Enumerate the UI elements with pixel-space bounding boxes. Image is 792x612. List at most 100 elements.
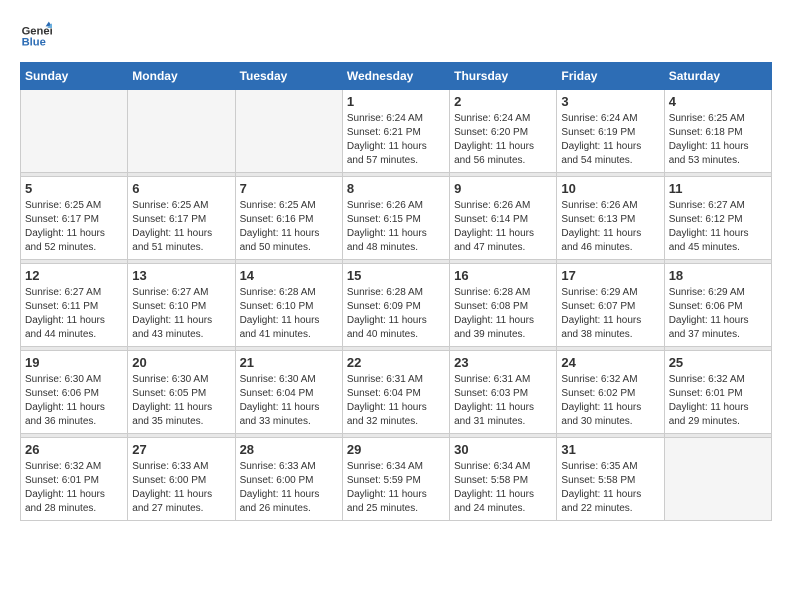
calendar-header-friday: Friday xyxy=(557,63,664,90)
day-number: 29 xyxy=(347,442,445,457)
calendar-day-cell: 12 Sunrise: 6:27 AMSunset: 6:11 PMDayligh… xyxy=(21,264,128,347)
calendar-day-cell xyxy=(664,438,771,521)
day-info: Sunrise: 6:29 AMSunset: 6:07 PMDaylight:… xyxy=(561,286,659,342)
calendar-week-row: 1 Sunrise: 6:24 AMSunset: 6:21 PMDaylight… xyxy=(21,90,772,173)
day-info: Sunrise: 6:32 AMSunset: 6:02 PMDaylight:… xyxy=(561,373,659,429)
day-info: Sunrise: 6:30 AMSunset: 6:04 PMDaylight:… xyxy=(240,373,338,429)
calendar-day-cell: 20Sunrise: 6:30 AMSunset: 6:05 PMDayligh… xyxy=(128,351,235,434)
calendar-day-cell xyxy=(21,90,128,173)
calendar-day-cell: 3 Sunrise: 6:24 AMSunset: 6:19 PMDaylight… xyxy=(557,90,664,173)
day-number: 13 xyxy=(132,268,230,283)
day-number: 26 xyxy=(25,442,123,457)
header: General Blue xyxy=(20,20,772,52)
day-number: 22 xyxy=(347,355,445,370)
day-info: Sunrise: 6:35 AMSunset: 5:58 PMDaylight:… xyxy=(561,460,659,516)
day-number: 27 xyxy=(132,442,230,457)
calendar-day-cell: 29 Sunrise: 6:34 AMSunset: 5:59 PMDayligh… xyxy=(342,438,449,521)
calendar-day-cell: 21 Sunrise: 6:30 AMSunset: 6:04 PMDayligh… xyxy=(235,351,342,434)
day-info: Sunrise: 6:28 AMSunset: 6:08 PMDaylight:… xyxy=(454,286,552,342)
calendar-week-row: 26 Sunrise: 6:32 AMSunset: 6:01 PMDayligh… xyxy=(21,438,772,521)
day-number: 21 xyxy=(240,355,338,370)
calendar-week-row: 19 Sunrise: 6:30 AMSunset: 6:06 PMDayligh… xyxy=(21,351,772,434)
day-number: 24 xyxy=(561,355,659,370)
calendar-header-row: SundayMondayTuesdayWednesdayThursdayFrid… xyxy=(21,63,772,90)
day-info: Sunrise: 6:25 AMSunset: 6:17 PMDaylight:… xyxy=(25,199,123,255)
calendar-day-cell: 15 Sunrise: 6:28 AMSunset: 6:09 PMDayligh… xyxy=(342,264,449,347)
day-number: 6 xyxy=(132,181,230,196)
calendar-day-cell: 7 Sunrise: 6:25 AMSunset: 6:16 PMDaylight… xyxy=(235,177,342,260)
day-info: Sunrise: 6:29 AMSunset: 6:06 PMDaylight:… xyxy=(669,286,767,342)
day-number: 18 xyxy=(669,268,767,283)
calendar-day-cell: 31 Sunrise: 6:35 AMSunset: 5:58 PMDayligh… xyxy=(557,438,664,521)
calendar-day-cell xyxy=(128,90,235,173)
day-info: Sunrise: 6:25 AMSunset: 6:17 PMDaylight:… xyxy=(132,199,230,255)
logo-icon: General Blue xyxy=(20,20,52,52)
day-info: Sunrise: 6:26 AMSunset: 6:13 PMDaylight:… xyxy=(561,199,659,255)
day-info: Sunrise: 6:25 AMSunset: 6:16 PMDaylight:… xyxy=(240,199,338,255)
day-info: Sunrise: 6:28 AMSunset: 6:09 PMDaylight:… xyxy=(347,286,445,342)
day-number: 19 xyxy=(25,355,123,370)
day-number: 17 xyxy=(561,268,659,283)
day-number: 4 xyxy=(669,94,767,109)
calendar-day-cell: 13 Sunrise: 6:27 AMSunset: 6:10 PMDayligh… xyxy=(128,264,235,347)
calendar-day-cell: 11Sunrise: 6:27 AMSunset: 6:12 PMDayligh… xyxy=(664,177,771,260)
day-info: Sunrise: 6:32 AMSunset: 6:01 PMDaylight:… xyxy=(25,460,123,516)
calendar-day-cell xyxy=(235,90,342,173)
day-info: Sunrise: 6:31 AMSunset: 6:03 PMDaylight:… xyxy=(454,373,552,429)
calendar-day-cell: 30 Sunrise: 6:34 AMSunset: 5:58 PMDayligh… xyxy=(450,438,557,521)
calendar-day-cell: 1 Sunrise: 6:24 AMSunset: 6:21 PMDaylight… xyxy=(342,90,449,173)
calendar-header-thursday: Thursday xyxy=(450,63,557,90)
day-info: Sunrise: 6:33 AMSunset: 6:00 PMDaylight:… xyxy=(132,460,230,516)
day-number: 14 xyxy=(240,268,338,283)
day-info: Sunrise: 6:27 AMSunset: 6:10 PMDaylight:… xyxy=(132,286,230,342)
day-number: 1 xyxy=(347,94,445,109)
calendar-day-cell: 28 Sunrise: 6:33 AMSunset: 6:00 PMDayligh… xyxy=(235,438,342,521)
day-info: Sunrise: 6:33 AMSunset: 6:00 PMDaylight:… xyxy=(240,460,338,516)
calendar-day-cell: 23 Sunrise: 6:31 AMSunset: 6:03 PMDayligh… xyxy=(450,351,557,434)
calendar-day-cell: 14 Sunrise: 6:28 AMSunset: 6:10 PMDayligh… xyxy=(235,264,342,347)
svg-text:General: General xyxy=(22,25,52,37)
calendar-week-row: 5 Sunrise: 6:25 AMSunset: 6:17 PMDaylight… xyxy=(21,177,772,260)
day-number: 9 xyxy=(454,181,552,196)
calendar-header-wednesday: Wednesday xyxy=(342,63,449,90)
day-number: 8 xyxy=(347,181,445,196)
calendar-day-cell: 19 Sunrise: 6:30 AMSunset: 6:06 PMDayligh… xyxy=(21,351,128,434)
day-number: 16 xyxy=(454,268,552,283)
calendar-header-monday: Monday xyxy=(128,63,235,90)
day-info: Sunrise: 6:26 AMSunset: 6:14 PMDaylight:… xyxy=(454,199,552,255)
day-info: Sunrise: 6:34 AMSunset: 5:59 PMDaylight:… xyxy=(347,460,445,516)
day-number: 28 xyxy=(240,442,338,457)
day-number: 31 xyxy=(561,442,659,457)
calendar-header-tuesday: Tuesday xyxy=(235,63,342,90)
day-info: Sunrise: 6:24 AMSunset: 6:21 PMDaylight:… xyxy=(347,112,445,168)
day-number: 7 xyxy=(240,181,338,196)
day-number: 12 xyxy=(25,268,123,283)
day-info: Sunrise: 6:27 AMSunset: 6:11 PMDaylight:… xyxy=(25,286,123,342)
day-info: Sunrise: 6:24 AMSunset: 6:20 PMDaylight:… xyxy=(454,112,552,168)
day-number: 23 xyxy=(454,355,552,370)
day-number: 10 xyxy=(561,181,659,196)
day-number: 15 xyxy=(347,268,445,283)
day-number: 5 xyxy=(25,181,123,196)
calendar-day-cell: 26 Sunrise: 6:32 AMSunset: 6:01 PMDayligh… xyxy=(21,438,128,521)
calendar-day-cell: 25 Sunrise: 6:32 AMSunset: 6:01 PMDayligh… xyxy=(664,351,771,434)
day-number: 11 xyxy=(669,181,767,196)
day-info: Sunrise: 6:32 AMSunset: 6:01 PMDaylight:… xyxy=(669,373,767,429)
calendar-day-cell: 8Sunrise: 6:26 AMSunset: 6:15 PMDaylight… xyxy=(342,177,449,260)
calendar-day-cell: 18 Sunrise: 6:29 AMSunset: 6:06 PMDayligh… xyxy=(664,264,771,347)
calendar: SundayMondayTuesdayWednesdayThursdayFrid… xyxy=(20,62,772,521)
calendar-header-saturday: Saturday xyxy=(664,63,771,90)
day-number: 20 xyxy=(132,355,230,370)
day-info: Sunrise: 6:34 AMSunset: 5:58 PMDaylight:… xyxy=(454,460,552,516)
day-number: 3 xyxy=(561,94,659,109)
calendar-day-cell: 24 Sunrise: 6:32 AMSunset: 6:02 PMDayligh… xyxy=(557,351,664,434)
calendar-header-sunday: Sunday xyxy=(21,63,128,90)
day-info: Sunrise: 6:24 AMSunset: 6:19 PMDaylight:… xyxy=(561,112,659,168)
day-info: Sunrise: 6:28 AMSunset: 6:10 PMDaylight:… xyxy=(240,286,338,342)
calendar-day-cell: 6 Sunrise: 6:25 AMSunset: 6:17 PMDaylight… xyxy=(128,177,235,260)
calendar-day-cell: 9 Sunrise: 6:26 AMSunset: 6:14 PMDaylight… xyxy=(450,177,557,260)
calendar-day-cell: 5 Sunrise: 6:25 AMSunset: 6:17 PMDaylight… xyxy=(21,177,128,260)
day-number: 25 xyxy=(669,355,767,370)
day-number: 30 xyxy=(454,442,552,457)
day-info: Sunrise: 6:30 AMSunset: 6:06 PMDaylight:… xyxy=(25,373,123,429)
